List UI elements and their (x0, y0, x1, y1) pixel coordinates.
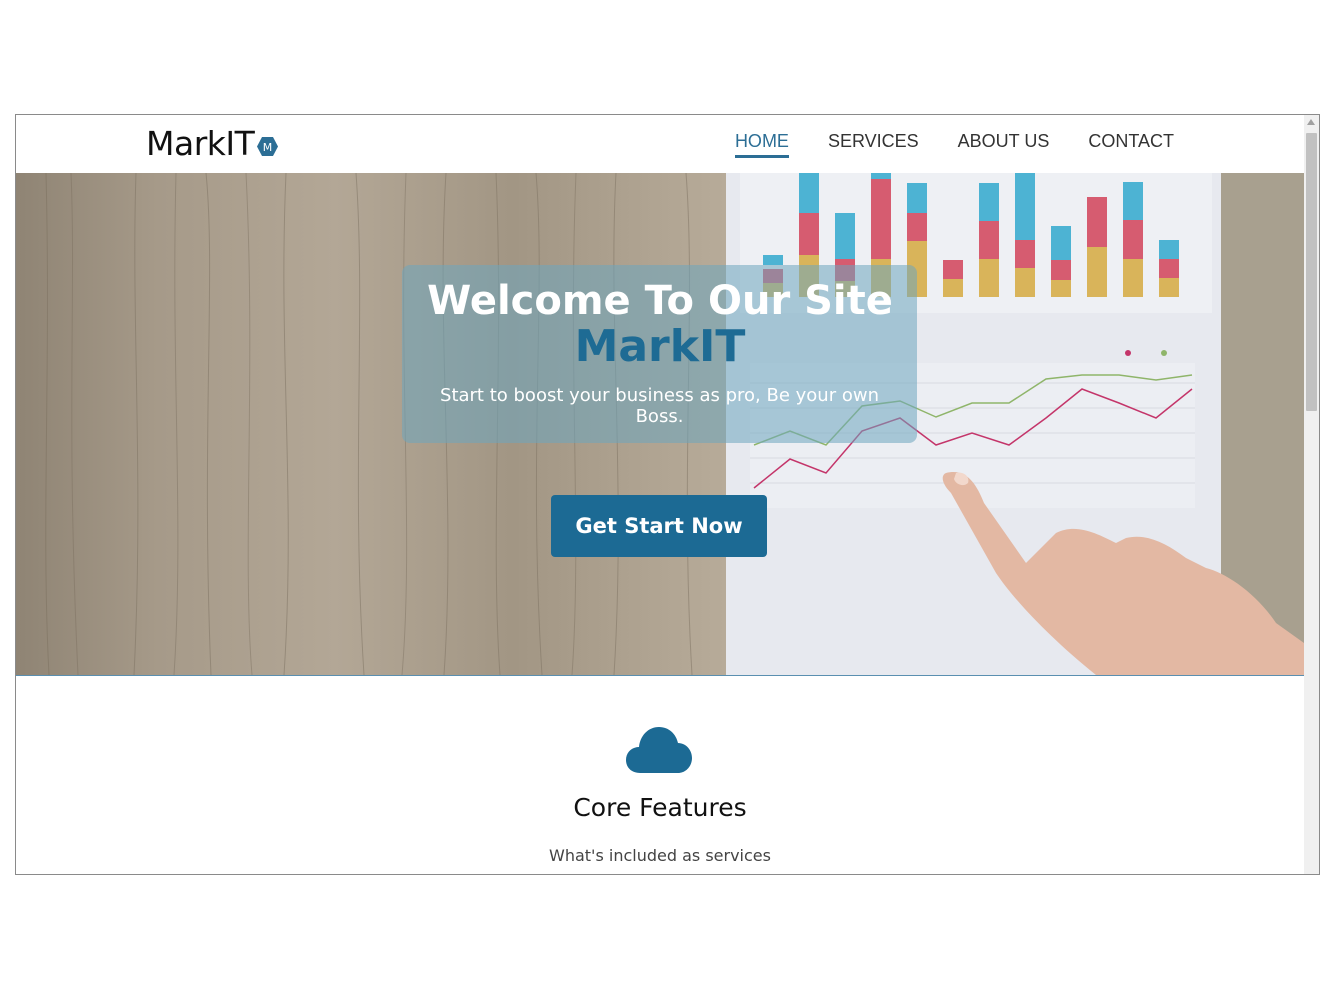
features-title: Core Features (573, 793, 747, 822)
navbar: MarkIT M HOME SERVICES ABOUT US CONTACT (16, 115, 1304, 174)
vertical-scrollbar[interactable] (1304, 115, 1319, 874)
get-started-button[interactable]: Get Start Now (551, 495, 767, 557)
brand-logo[interactable]: MarkIT M (146, 124, 279, 164)
hero-subtitle: MarkIT (574, 321, 746, 372)
scroll-up-arrow-icon[interactable] (1307, 119, 1315, 125)
features-subtitle: What's included as services (549, 846, 771, 865)
hero-section: Welcome To Our Site MarkIT Start to boos… (16, 173, 1304, 676)
brand-badge-icon: M (257, 136, 279, 156)
hero-tagline: Start to boost your business as pro, Be … (440, 385, 879, 427)
brand-badge-letter: M (263, 141, 273, 154)
browser-window: MarkIT M HOME SERVICES ABOUT US CONTACT (15, 114, 1320, 875)
page-viewport: MarkIT M HOME SERVICES ABOUT US CONTACT (16, 115, 1304, 874)
hero-title: Welcome To Our Site (427, 278, 893, 324)
nav-services[interactable]: SERVICES (828, 131, 919, 158)
main-nav: HOME SERVICES ABOUT US CONTACT (696, 131, 1174, 158)
cloud-icon (626, 727, 692, 773)
nav-contact[interactable]: CONTACT (1088, 131, 1174, 158)
scroll-thumb[interactable] (1306, 133, 1317, 411)
nav-home[interactable]: HOME (734, 131, 789, 158)
nav-about-us[interactable]: ABOUT US (958, 131, 1050, 158)
brand-name: MarkIT (146, 124, 255, 163)
